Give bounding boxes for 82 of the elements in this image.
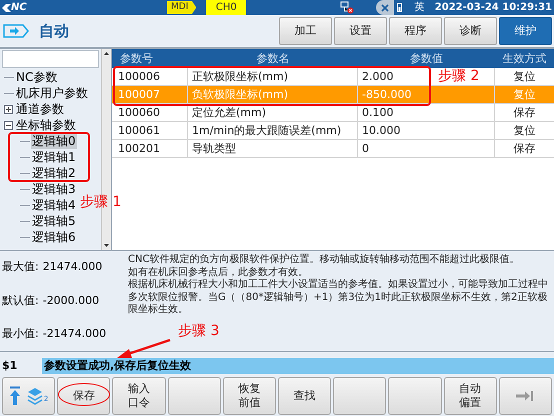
column-header: 参数号	[119, 51, 154, 67]
tree-item[interactable]: 逻辑轴5	[31, 214, 77, 228]
step-label: 步骤 3	[178, 322, 220, 341]
softkey-button[interactable]: 恢复 前值	[222, 377, 276, 415]
pointer-arrow	[116, 338, 172, 360]
datetime: 2022-03-24 10:29:31	[434, 1, 552, 14]
step-label: 步骤 1	[80, 193, 122, 212]
table-cell: 100061	[112, 122, 188, 139]
table-cell-text: 复位	[512, 69, 536, 85]
table-cell: 正软极限坐标(mm)	[188, 68, 358, 85]
table-cell: 100006	[112, 68, 188, 85]
tree-item[interactable]: 坐标轴参数	[15, 118, 77, 132]
description-text: 如有在机床回参考点后，此参数才有效。	[128, 266, 309, 278]
arrow-to-end-icon	[516, 391, 534, 401]
column-header: 参数值	[409, 51, 444, 67]
softkey-button[interactable]: 保存	[57, 377, 110, 415]
nav-tab[interactable]: 维护	[499, 17, 552, 45]
column-header: 生效方式	[502, 51, 548, 67]
close-icon	[381, 4, 390, 12]
table-cell: -850.000	[358, 86, 495, 103]
column-header: 参数名	[256, 51, 290, 67]
highlight-ellipse	[58, 383, 110, 406]
nav-tab[interactable]: 设置	[334, 17, 387, 45]
channel-label: CH0	[206, 0, 246, 15]
limit-value: -21474.000	[42, 326, 106, 342]
table-cell: 负软极限坐标(mm)	[188, 86, 358, 103]
limit-value: -2000.000	[42, 292, 100, 309]
table-cell-text: 复位	[512, 87, 536, 103]
softkey-button[interactable]: 查找	[278, 377, 332, 415]
table-row[interactable]: 100006 正软极限坐标(mm) 2.000 步骤 2 复位	[112, 68, 554, 86]
arrow-right-icon	[3, 24, 29, 38]
table-cell: 100007	[112, 86, 188, 103]
table-row[interactable]: 100061 1m/min的最大跟随误差(mm) 10.000 复位	[112, 122, 554, 140]
description-text: CNC软件规定的负方向极限软件保护位置。移动轴或旋转轴移动范围不能超过此极限值。	[128, 254, 520, 266]
table-cell: 导轨类型	[188, 140, 358, 157]
table-cell: 定位允差(mm)	[188, 104, 358, 121]
step-label: 步骤 2	[438, 67, 480, 86]
limit-label: 最大值:	[2, 259, 39, 276]
tree-item[interactable]: NC参数	[15, 70, 58, 84]
table-cell: 1m/min的最大跟随误差(mm)	[188, 122, 358, 139]
next-page-button[interactable]	[498, 377, 552, 415]
softkey-button[interactable]: 自动 偏置	[444, 377, 497, 415]
table-cell: 100060	[112, 104, 188, 121]
tree-item[interactable]: 逻辑轴6	[31, 230, 77, 244]
battery-icon	[397, 3, 402, 12]
mode-badge: MDI	[167, 1, 196, 14]
description-text: 根据机床机械行程大小和加工工件大小设置适当的参考值。如果设置过小，可能导致加工过程中多次软限位报警。当G（（80*逻辑轴号）+1）第3位为1时此正软极限坐标不生效，第2正软极限坐标生效。	[128, 279, 549, 316]
table-row[interactable]: 100201 导轨类型 0 保存	[112, 140, 554, 158]
input-method: 英	[414, 1, 424, 14]
tree-item[interactable]: 通道参数	[15, 102, 65, 116]
logo-text: NC	[11, 2, 27, 14]
logo-icon	[2, 2, 11, 12]
table-cell-text: 保存	[512, 105, 536, 121]
table-cell: 10.000	[358, 122, 495, 139]
tree-item[interactable]: 逻辑轴0	[31, 134, 77, 148]
table-row[interactable]: 100060 定位允差(mm) 0.100 保存	[112, 104, 554, 122]
limit-label: 默认值:	[2, 292, 39, 309]
network-disconnected-icon	[340, 1, 354, 14]
tree-item[interactable]: 逻辑轴1	[31, 150, 77, 164]
table-cell-text: 保存	[512, 141, 536, 157]
nav-tab[interactable]: 诊断	[444, 17, 497, 45]
status-message: 参数设置成功,保存后复位生效	[42, 358, 554, 374]
channel-indicator: $1	[1, 358, 18, 374]
expand-icon[interactable]	[4, 104, 13, 114]
table-cell: 0.100	[358, 104, 495, 121]
mode-title: 自动	[39, 20, 69, 42]
tree-item[interactable]: 逻辑轴2	[31, 166, 77, 180]
close-button[interactable]	[376, 0, 394, 15]
upload-icon	[8, 386, 21, 406]
table-cell-text: 复位	[512, 123, 536, 139]
tree-item[interactable]: 机床用户参数	[15, 86, 89, 100]
tree-item[interactable]: 逻辑轴3	[31, 182, 77, 196]
table-cell: 0	[358, 140, 495, 157]
limit-value: 21474.000	[42, 259, 102, 276]
layers-icon	[26, 386, 43, 406]
softkey-button[interactable]: 输入 口令	[112, 377, 166, 415]
tree-item[interactable]: 逻辑轴4	[31, 198, 77, 212]
table-cell: 100201	[112, 140, 188, 157]
collapse-icon[interactable]	[4, 120, 13, 130]
nav-tab[interactable]: 程序	[389, 17, 442, 45]
limit-label: 最小值:	[2, 326, 39, 342]
nav-tab[interactable]: 加工	[279, 17, 332, 45]
